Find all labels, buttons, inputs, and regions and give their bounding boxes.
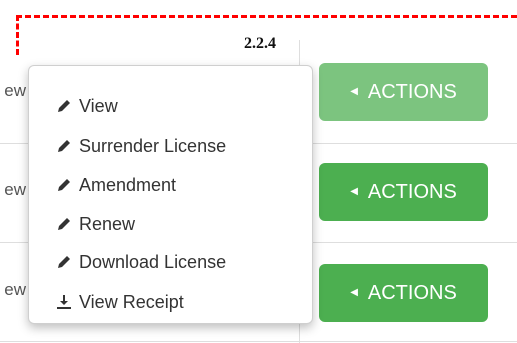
menu-item-amendment[interactable]: Amendment	[55, 172, 176, 198]
menu-item-surrender-license[interactable]: Surrender License	[55, 133, 226, 159]
table-cell-partial-text: ew	[4, 81, 26, 100]
actions-button-label: ACTIONS	[367, 180, 457, 203]
menu-item-label: Amendment	[79, 174, 177, 195]
menu-item-download-license[interactable]: Download License	[55, 249, 226, 275]
caret-left-icon: ◀	[350, 185, 358, 197]
pencil-icon	[55, 176, 73, 194]
menu-item-label: Renew	[79, 213, 136, 234]
menu-item-label: View	[79, 95, 118, 116]
pencil-icon	[55, 253, 73, 271]
pencil-icon	[55, 97, 73, 115]
annotation-label: 2.2.4	[244, 35, 276, 52]
menu-item-label: Download License	[79, 251, 227, 272]
menu-item-label: View Receipt	[79, 291, 184, 312]
download-icon	[55, 293, 73, 311]
menu-item-label: Surrender License	[79, 135, 227, 156]
actions-button[interactable]: ◀ ACTIONS	[319, 264, 488, 322]
actions-button-label: ACTIONS	[367, 80, 457, 103]
pencil-icon	[55, 215, 73, 233]
caret-left-icon: ◀	[350, 85, 358, 97]
actions-dropdown-menu: View Surrender License Amendment Renew D…	[28, 65, 313, 324]
table-cell-partial-text: ew	[4, 280, 26, 299]
actions-button[interactable]: ◀ ACTIONS	[319, 63, 488, 121]
caret-left-icon: ◀	[350, 286, 358, 298]
table-cell-partial-text: ew	[4, 180, 26, 199]
actions-button-label: ACTIONS	[367, 281, 457, 304]
menu-item-renew[interactable]: Renew	[55, 211, 135, 237]
row-divider	[0, 341, 517, 342]
menu-item-view-receipt[interactable]: View Receipt	[55, 289, 184, 315]
pencil-icon	[55, 137, 73, 155]
menu-item-view[interactable]: View	[55, 93, 118, 119]
actions-button[interactable]: ◀ ACTIONS	[319, 163, 488, 221]
